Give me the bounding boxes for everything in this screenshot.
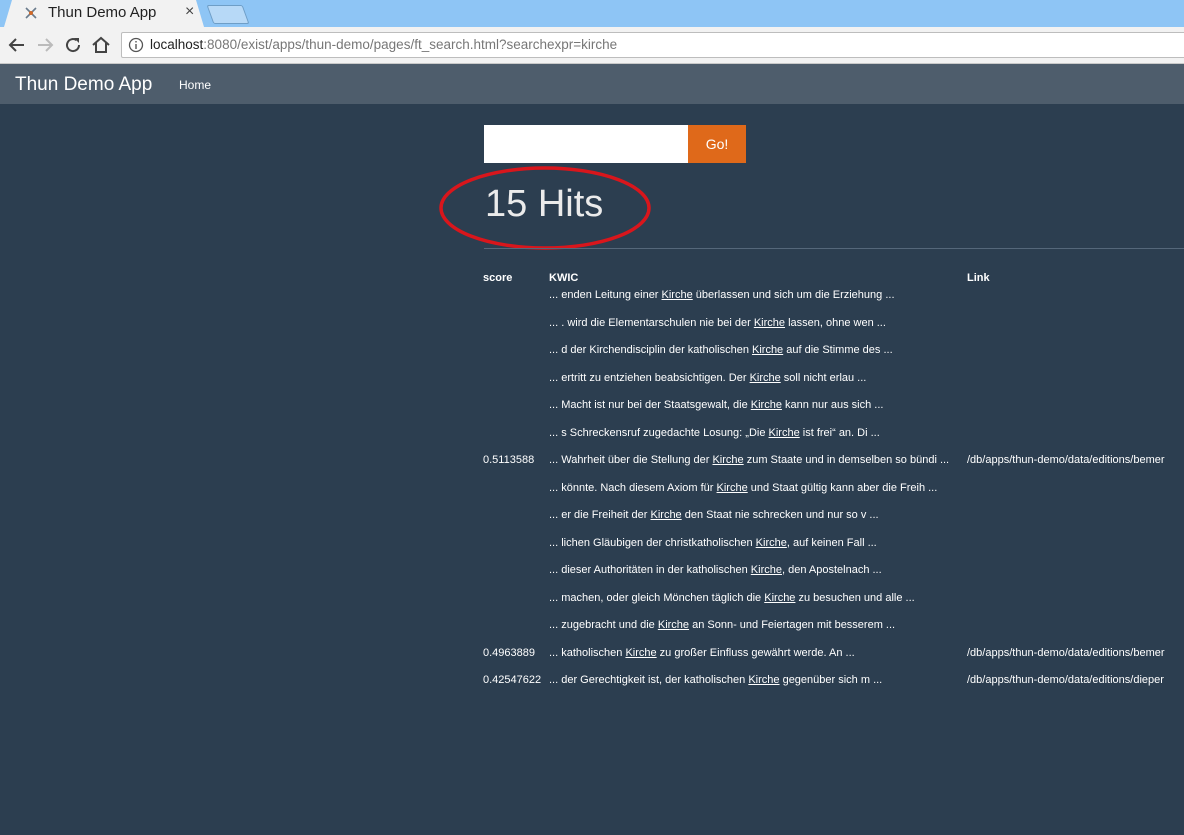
forward-icon[interactable] — [33, 33, 57, 57]
kwic-post: den Staat nie schrecken und nur so v ... — [681, 509, 879, 521]
reload-icon[interactable] — [61, 33, 85, 57]
kwic-post: , auf keinen Fall ... — [786, 536, 877, 549]
kwic-hit-link[interactable]: Kirche — [756, 537, 787, 549]
hits-count: 15 Hits — [485, 183, 604, 225]
kwic-pre: ... Wahrheit über die Stellung der — [549, 454, 713, 466]
kwic-line: ... katholischen Kirche zu großer Einflu… — [549, 647, 855, 659]
app-navbar: Thun Demo App Home — [0, 64, 1184, 104]
result-score: 0.42547622 — [483, 674, 542, 686]
kwic-line: ... zugebracht und die Kirche an Sonn- u… — [549, 619, 895, 631]
kwic-line: ... s Schreckensruf zugedachte Losung: „… — [549, 427, 880, 439]
kwic-post: , den Apostelnach ... — [781, 564, 882, 576]
kwic-post: auf die Stimme des ... — [783, 344, 893, 356]
address-bar[interactable]: localhost:8080/exist/apps/thun-demo/page… — [121, 32, 1184, 58]
kwic-post: zu großer Einfluss gewährt werde. An ... — [656, 646, 855, 659]
new-tab-button[interactable] — [206, 5, 250, 24]
kwic-line: ... Wahrheit über die Stellung der Kirch… — [549, 454, 949, 466]
kwic-post: soll nicht erlau ... — [780, 371, 867, 384]
kwic-line: ... der Gerechtigkeit ist, der katholisc… — [549, 674, 882, 686]
nav-home-link[interactable]: Home — [179, 78, 211, 92]
kwic-pre: ... Macht ist nur bei der Staatsgewalt, … — [549, 399, 751, 411]
result-score: 0.5113588 — [483, 454, 535, 466]
column-header-score: score — [483, 272, 513, 284]
kwic-line: ... er die Freiheit der Kirche den Staat… — [549, 509, 879, 521]
result-score: 0.4963889 — [483, 646, 535, 659]
kwic-line: ... d der Kirchendisciplin der katholisc… — [549, 344, 893, 356]
browser-toolbar: localhost:8080/exist/apps/thun-demo/page… — [0, 27, 1184, 64]
kwic-hit-link[interactable]: Kirche — [764, 592, 795, 604]
go-button[interactable]: Go! — [688, 125, 746, 163]
tab-favicon-icon — [25, 7, 37, 19]
divider — [484, 248, 1184, 249]
kwic-hit-link[interactable]: Kirche — [717, 482, 748, 494]
browser-tab[interactable]: Thun Demo App × — [4, 0, 204, 27]
search-input[interactable] — [484, 125, 688, 163]
kwic-pre: ... könnte. Nach diesem Axiom für — [549, 481, 717, 494]
kwic-post: zum Staate und in demselben so bündi ... — [743, 454, 950, 466]
kwic-post: überlassen und sich um die Erziehung ... — [692, 289, 895, 301]
kwic-line: ... ertritt zu entziehen beabsichtigen. … — [549, 372, 866, 384]
url-path: :8080/exist/apps/thun-demo/pages/ft_sear… — [203, 37, 618, 52]
kwic-post: gegenüber sich m ... — [779, 674, 883, 686]
kwic-pre: ... s Schreckensruf zugedachte Losung: „… — [549, 426, 769, 439]
kwic-post: zu besuchen und alle ... — [795, 591, 915, 604]
result-link[interactable]: /db/apps/thun-demo/data/editions/bemer — [967, 647, 1165, 659]
kwic-hit-link[interactable]: Kirche — [751, 564, 782, 576]
column-header-link: Link — [967, 272, 990, 284]
kwic-hit-link[interactable]: Kirche — [748, 674, 779, 686]
tab-close-button[interactable]: × — [185, 3, 194, 21]
kwic-hit-link[interactable]: Kirche — [658, 619, 689, 631]
kwic-pre: ... . wird die Elementarschulen nie bei … — [549, 316, 754, 329]
kwic-post: ist frei“ an. Di ... — [799, 426, 880, 439]
tab-title: Thun Demo App — [48, 4, 157, 21]
kwic-hit-link[interactable]: Kirche — [752, 344, 783, 356]
kwic-hit-link[interactable]: Kirche — [754, 317, 785, 329]
kwic-line: ... . wird die Elementarschulen nie bei … — [549, 317, 886, 329]
kwic-hit-link[interactable]: Kirche — [712, 454, 743, 466]
kwic-line: ... machen, oder gleich Mönchen täglich … — [549, 592, 915, 604]
kwic-hit-link[interactable]: Kirche — [750, 372, 781, 384]
url-text: localhost:8080/exist/apps/thun-demo/page… — [150, 37, 617, 52]
kwic-post: und Staat gültig kann aber die Freih ... — [747, 481, 938, 494]
kwic-pre: ... enden Leitung einer — [549, 289, 662, 301]
home-icon[interactable] — [89, 33, 113, 57]
result-link[interactable]: /db/apps/thun-demo/data/editions/dieper — [967, 674, 1164, 686]
kwic-pre: ... machen, oder gleich Mönchen täglich … — [549, 591, 765, 604]
kwic-post: an Sonn- und Feiertagen mit besserem ... — [689, 619, 896, 631]
column-header-kwic: KWIC — [549, 272, 579, 284]
kwic-line: ... enden Leitung einer Kirche überlasse… — [549, 289, 895, 301]
info-icon[interactable] — [128, 37, 144, 53]
kwic-pre: ... katholischen — [549, 646, 626, 659]
kwic-hit-link[interactable]: Kirche — [625, 647, 656, 659]
kwic-line: ... dieser Authoritäten in der katholisc… — [549, 564, 882, 576]
kwic-pre: ... er die Freiheit der — [549, 509, 651, 521]
kwic-pre: ... dieser Authoritäten in der katholisc… — [549, 564, 751, 576]
back-icon[interactable] — [5, 33, 29, 57]
kwic-pre: ... lichen Gläubigen der christkatholisc… — [549, 536, 756, 549]
result-link[interactable]: /db/apps/thun-demo/data/editions/bemer — [967, 454, 1165, 466]
kwic-pre: ... ertritt zu entziehen beabsichtigen. … — [549, 371, 750, 384]
kwic-post: lassen, ohne wen ... — [785, 316, 886, 329]
kwic-line: ... Macht ist nur bei der Staatsgewalt, … — [549, 399, 883, 411]
browser-tabstrip: Thun Demo App × — [0, 0, 1184, 27]
kwic-post: kann nur aus sich ... — [781, 399, 884, 411]
url-host: localhost — [150, 37, 204, 52]
kwic-hit-link[interactable]: Kirche — [751, 399, 782, 411]
kwic-line: ... könnte. Nach diesem Axiom für Kirche… — [549, 482, 937, 494]
kwic-pre: ... zugebracht und die — [549, 619, 658, 631]
brand-link[interactable]: Thun Demo App — [15, 74, 152, 96]
kwic-hit-link[interactable]: Kirche — [651, 509, 682, 521]
kwic-pre: ... der Gerechtigkeit ist, der katholisc… — [549, 674, 749, 686]
kwic-hit-link[interactable]: Kirche — [662, 289, 693, 301]
kwic-line: ... lichen Gläubigen der christkatholisc… — [549, 537, 877, 549]
kwic-hit-link[interactable]: Kirche — [769, 427, 800, 439]
kwic-pre: ... d der Kirchendisciplin der katholisc… — [549, 344, 752, 356]
